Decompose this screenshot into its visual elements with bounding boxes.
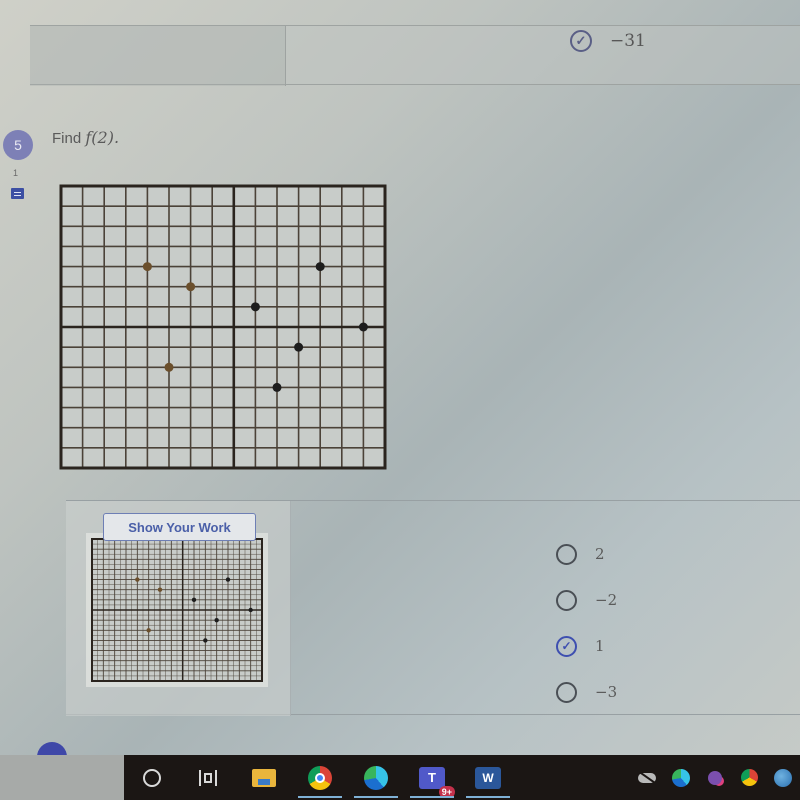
data-point xyxy=(164,362,174,372)
taskbar-file-explorer[interactable] xyxy=(236,755,292,800)
quiz-page: ✓ −31 5 1 Find f(2). Show Your Work 2 −2 xyxy=(0,0,800,758)
data-point xyxy=(135,577,140,582)
previous-question-answer-row: ✓ −31 xyxy=(30,25,800,86)
globe-icon xyxy=(774,768,792,787)
question-points: 1 xyxy=(13,168,19,178)
question-prompt: Find f(2). xyxy=(52,128,119,147)
work-graph-svg xyxy=(91,538,263,682)
radio-button[interactable] xyxy=(556,589,577,611)
notes-icon[interactable] xyxy=(11,188,24,199)
previous-answer-value: −31 xyxy=(610,31,646,51)
tray-edge[interactable] xyxy=(664,755,698,800)
question-number: 5 xyxy=(14,137,22,153)
check-circle-icon[interactable]: ✓ xyxy=(556,635,577,657)
chrome-icon xyxy=(740,769,758,786)
option-label: 1 xyxy=(595,637,605,655)
data-point xyxy=(248,607,253,613)
teams-icon xyxy=(708,770,722,785)
teams-icon: T 9+ xyxy=(419,766,455,798)
taskbar-teams[interactable]: T 9+ xyxy=(404,755,460,800)
data-point xyxy=(142,262,152,272)
taskbar-word[interactable]: W xyxy=(460,755,516,800)
check-circle-icon: ✓ xyxy=(570,30,592,52)
taskbar-search-area[interactable] xyxy=(0,755,124,800)
data-point xyxy=(146,628,151,633)
answer-option-selected[interactable]: ✓ 1 xyxy=(556,623,625,669)
previous-work-cell xyxy=(30,26,285,86)
data-point xyxy=(203,638,208,643)
prompt-math: f(2). xyxy=(85,128,120,147)
answer-area: Show Your Work 2 −2 ✓ 1 −3 xyxy=(66,500,800,716)
divider xyxy=(285,26,286,86)
prompt-text: Find xyxy=(52,130,86,147)
answer-option[interactable]: −3 xyxy=(556,669,625,715)
work-graph-thumbnail[interactable] xyxy=(86,533,268,687)
tray-teams[interactable] xyxy=(698,755,732,800)
answer-option[interactable]: 2 xyxy=(556,531,625,577)
edge-icon xyxy=(672,768,690,787)
data-point xyxy=(315,262,325,272)
edge-icon xyxy=(364,765,388,790)
answer-option[interactable]: −2 xyxy=(556,577,625,623)
data-point xyxy=(225,577,231,582)
task-view-icon xyxy=(199,769,217,786)
word-icon: W xyxy=(475,766,501,789)
taskbar-task-view[interactable] xyxy=(180,755,236,800)
function-graph xyxy=(57,182,389,472)
data-point xyxy=(250,302,260,312)
taskbar-chrome[interactable] xyxy=(292,755,348,800)
folder-icon xyxy=(252,768,276,787)
data-point xyxy=(294,342,304,352)
data-point xyxy=(214,617,219,623)
data-point xyxy=(191,597,197,603)
cloud-off-icon xyxy=(638,772,656,783)
tray-chrome[interactable] xyxy=(732,755,766,800)
data-point xyxy=(272,382,282,392)
previous-selected-option[interactable]: ✓ −31 xyxy=(570,30,646,52)
data-point xyxy=(358,322,368,332)
chrome-icon xyxy=(308,765,332,790)
show-work-panel: Show Your Work xyxy=(66,501,291,716)
tray-network[interactable] xyxy=(766,755,800,800)
data-point xyxy=(157,587,163,592)
taskbar-edge[interactable] xyxy=(348,755,404,800)
option-label: −3 xyxy=(595,683,618,701)
option-label: −2 xyxy=(595,591,618,609)
tray-onedrive[interactable] xyxy=(630,755,664,800)
notification-badge: 9+ xyxy=(438,785,455,798)
search-circle-icon xyxy=(143,768,161,787)
graph-svg xyxy=(59,184,387,470)
taskbar: T 9+ W xyxy=(124,755,800,800)
answer-options: 2 −2 ✓ 1 −3 xyxy=(556,531,625,715)
show-your-work-button[interactable]: Show Your Work xyxy=(103,513,256,541)
taskbar-search[interactable] xyxy=(124,755,180,800)
question-number-badge: 5 xyxy=(3,130,33,160)
data-point xyxy=(186,282,196,292)
radio-button[interactable] xyxy=(556,681,577,703)
option-label: 2 xyxy=(595,545,605,563)
radio-button[interactable] xyxy=(556,543,577,565)
